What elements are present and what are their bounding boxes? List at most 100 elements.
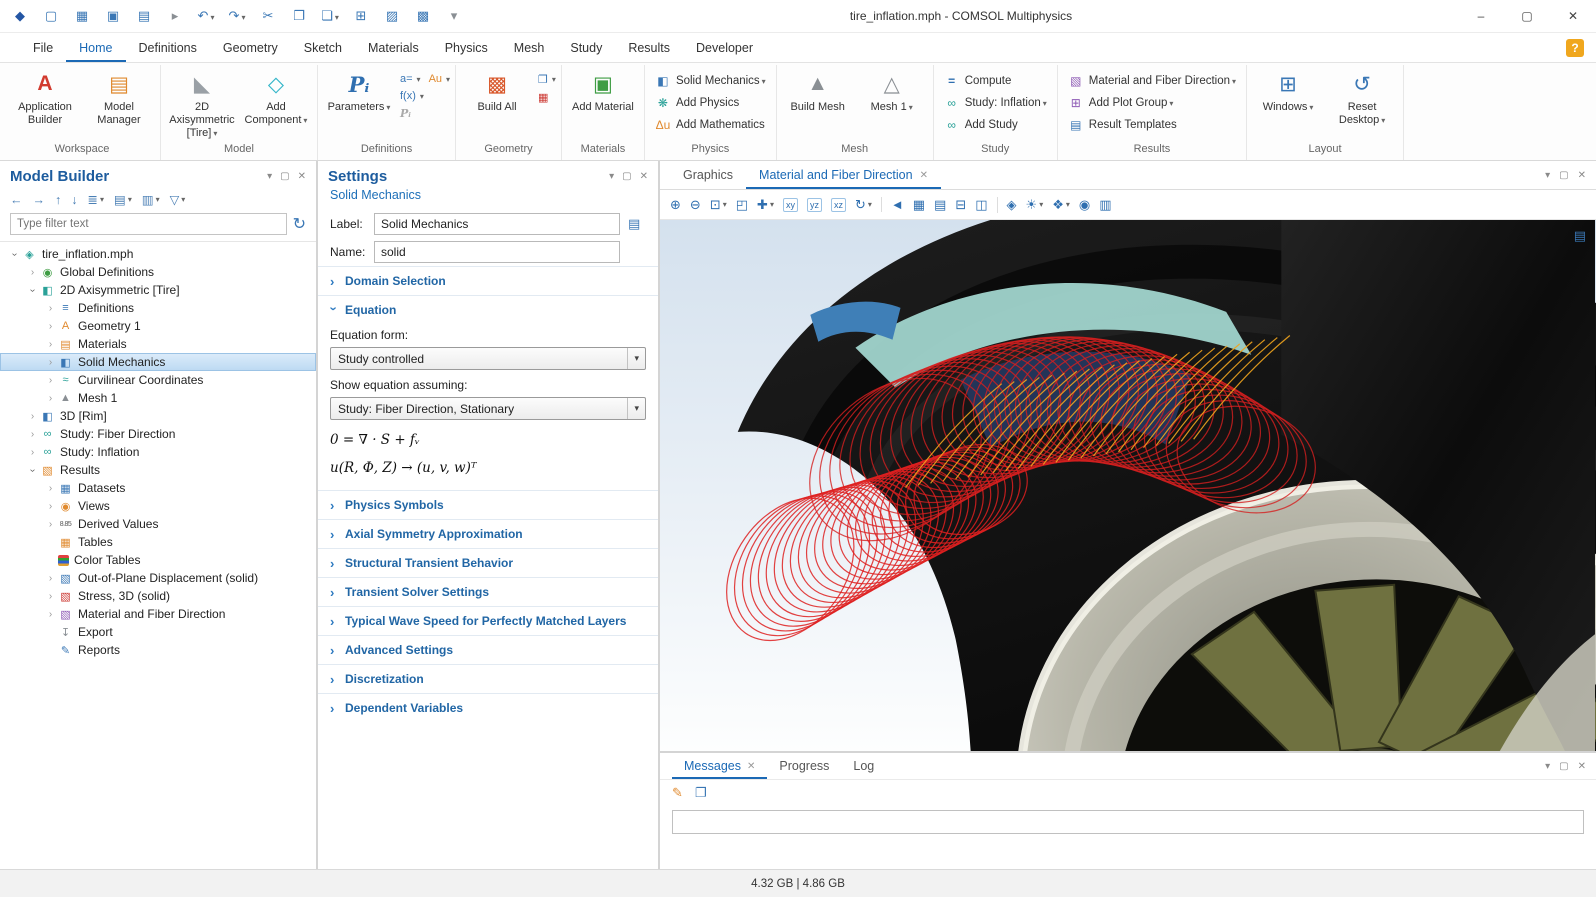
tab-messages[interactable]: Messages ✕ [672, 753, 767, 779]
filter-icon[interactable]: ▽ [170, 192, 186, 207]
expander-icon[interactable]: › [26, 429, 39, 440]
close-panel-icon[interactable]: ✕ [640, 171, 648, 182]
section-header-domain-selection[interactable]: › Domain Selection [318, 267, 658, 295]
tree-item-mesh[interactable]: › ▲ Mesh 1 [0, 389, 316, 407]
move-up-icon[interactable]: ↑ [55, 193, 61, 207]
save-icon[interactable]: ▣ [103, 8, 123, 24]
compact-history-icon[interactable]: ▩ [413, 8, 433, 24]
panel-menu-icon[interactable]: ▾ [1545, 170, 1550, 181]
add-plot-group-button[interactable]: ⊞ Add Plot Group [1063, 94, 1241, 112]
physics-interface-select[interactable]: ◧ Solid Mechanics [650, 72, 771, 90]
toolbar-order-icon[interactable]: ▤ [114, 192, 132, 207]
expander-icon[interactable]: › [44, 375, 57, 386]
geometry-grid-button[interactable]: ▦ [538, 91, 556, 104]
toolbar-overflow-icon[interactable]: ▾ [444, 8, 464, 24]
environment-icon[interactable]: ❖ [1052, 197, 1070, 213]
section-header-equation[interactable]: › Equation [318, 296, 658, 324]
tree-item-global-definitions[interactable]: › ◉ Global Definitions [0, 263, 316, 281]
view-yz-icon[interactable]: yz [807, 198, 822, 212]
refresh-icon[interactable]: ↻ [293, 214, 306, 234]
snapshot-icon[interactable]: ◉ [1079, 197, 1090, 213]
tab-log[interactable]: Log [841, 753, 886, 779]
tire-3d-plot[interactable] [660, 220, 1596, 751]
expander-icon[interactable]: › [44, 573, 57, 584]
expander-icon[interactable]: › [26, 447, 39, 458]
tree-item-solid-mechanics[interactable]: › ◧ Solid Mechanics [0, 353, 316, 371]
split-view-icon[interactable]: ◫ [975, 197, 987, 213]
redo-icon[interactable]: ↷ [227, 8, 247, 24]
section-header[interactable]: › Transient Solver Settings [318, 578, 658, 606]
cut-icon[interactable]: ✂ [258, 8, 278, 24]
zoom-out-icon[interactable]: ⊖ [690, 197, 701, 213]
plot-in-window-icon[interactable]: ⊟ [955, 197, 966, 213]
zoom-extents-icon[interactable]: ◰ [736, 197, 748, 213]
view-xz-icon[interactable]: xz [831, 198, 846, 212]
reset-desktop-button[interactable]: ↺ Reset Desktop [1326, 65, 1398, 129]
section-header[interactable]: › Advanced Settings [318, 636, 658, 664]
undo-icon[interactable]: ↶ [196, 8, 216, 24]
expander-icon[interactable]: › [26, 411, 39, 422]
float-panel-icon[interactable]: ▢ [622, 171, 631, 182]
tree-item-root[interactable]: › ◈ tire_inflation.mph [0, 245, 316, 263]
tree-item-color-tables[interactable]: Color Tables [0, 551, 316, 569]
application-builder-button[interactable]: A Application Builder [9, 65, 81, 129]
section-header[interactable]: › Typical Wave Speed for Perfectly Match… [318, 607, 658, 635]
variables-button[interactable]: a= [400, 73, 421, 85]
menu-tab-results[interactable]: Results [615, 33, 683, 62]
expander-icon[interactable]: › [27, 464, 38, 477]
menu-tab-sketch[interactable]: Sketch [291, 33, 355, 62]
tree-item-views[interactable]: › ◉ Views [0, 497, 316, 515]
tree-item-material-and-fiber-direction[interactable]: › ▧ Material and Fiber Direction [0, 605, 316, 623]
sound-icon[interactable]: ◄ [881, 197, 904, 212]
component-button[interactable]: ◣ 2D Axisymmetric [Tire] [166, 65, 238, 142]
delete-icon[interactable]: ▨ [382, 8, 402, 24]
menu-tab-mesh[interactable]: Mesh [501, 33, 558, 62]
zoom-box-icon[interactable]: ⊡ [710, 197, 727, 213]
tree-item-definitions[interactable]: › ≡ Definitions [0, 299, 316, 317]
tree-item-derived-values[interactable]: › 8.85 Derived Values [0, 515, 316, 533]
expander-icon[interactable]: › [44, 321, 57, 332]
lock-axes-icon[interactable]: ◈ [997, 197, 1017, 213]
copy-icon[interactable]: ❐ [289, 8, 309, 24]
study-select-button[interactable]: ∞ Study: Inflation [939, 94, 1052, 112]
expander-icon[interactable]: › [44, 501, 57, 512]
expander-icon[interactable]: › [27, 284, 38, 297]
section-header[interactable]: › Axial Symmetry Approximation [318, 520, 658, 548]
panel-menu-icon[interactable]: ▾ [267, 171, 272, 182]
reset-view-icon[interactable]: ↻ [855, 197, 872, 213]
add-mathematics-button[interactable]: Δu Add Mathematics [650, 116, 771, 134]
tree-item-study-fiber-direction[interactable]: › ∞ Study: Fiber Direction [0, 425, 316, 443]
graphics-canvas[interactable]: ▤ [660, 220, 1596, 751]
view-xy-icon[interactable]: xy [783, 198, 798, 212]
help-button[interactable]: ? [1566, 39, 1584, 57]
tree-item-3d-rim[interactable]: › ◧ 3D [Rim] [0, 407, 316, 425]
name-input[interactable] [374, 241, 620, 263]
compute-button[interactable]: = Compute [939, 72, 1052, 90]
minimize-button[interactable]: – [1458, 0, 1504, 33]
open-file-icon[interactable]: ▦ [72, 8, 92, 24]
float-panel-icon[interactable]: ▢ [280, 171, 289, 182]
tree-item-materials[interactable]: › ▤ Materials [0, 335, 316, 353]
add-component-button[interactable]: ◇ Add Component [240, 65, 312, 129]
add-material-button[interactable]: ▣ Add Material [567, 65, 639, 116]
scene-light-icon[interactable]: ☀ [1026, 197, 1044, 213]
label-input[interactable] [374, 213, 620, 235]
tree-item-datasets[interactable]: › ▦ Datasets [0, 479, 316, 497]
expander-icon[interactable]: › [44, 339, 57, 350]
equation-view-toggle-icon[interactable]: ▤ [628, 216, 640, 232]
expander-icon[interactable]: › [44, 609, 57, 620]
geometry-insert-button[interactable]: ❐ [538, 73, 556, 86]
close-panel-icon[interactable]: ✕ [298, 171, 306, 182]
menu-tab-definitions[interactable]: Definitions [126, 33, 210, 62]
model-manager-button[interactable]: ▤ Model Manager [83, 65, 155, 129]
variable-utilities-button[interactable]: Au [429, 73, 450, 85]
model-manager-open-icon[interactable]: ▤ [134, 8, 154, 24]
tree-item-out-of-plane-displacement[interactable]: › ▧ Out-of-Plane Displacement (solid) [0, 569, 316, 587]
add-study-button[interactable]: ∞ Add Study [939, 116, 1052, 134]
zoom-in-icon[interactable]: ⊕ [670, 197, 681, 213]
equation-form-select[interactable]: Study controlled [330, 347, 646, 370]
functions-button[interactable]: f(x) [400, 90, 450, 102]
panel-menu-icon[interactable]: ▾ [1545, 761, 1550, 772]
menu-tab-developer[interactable]: Developer [683, 33, 766, 62]
build-all-button[interactable]: ▩ Build All [461, 65, 533, 116]
